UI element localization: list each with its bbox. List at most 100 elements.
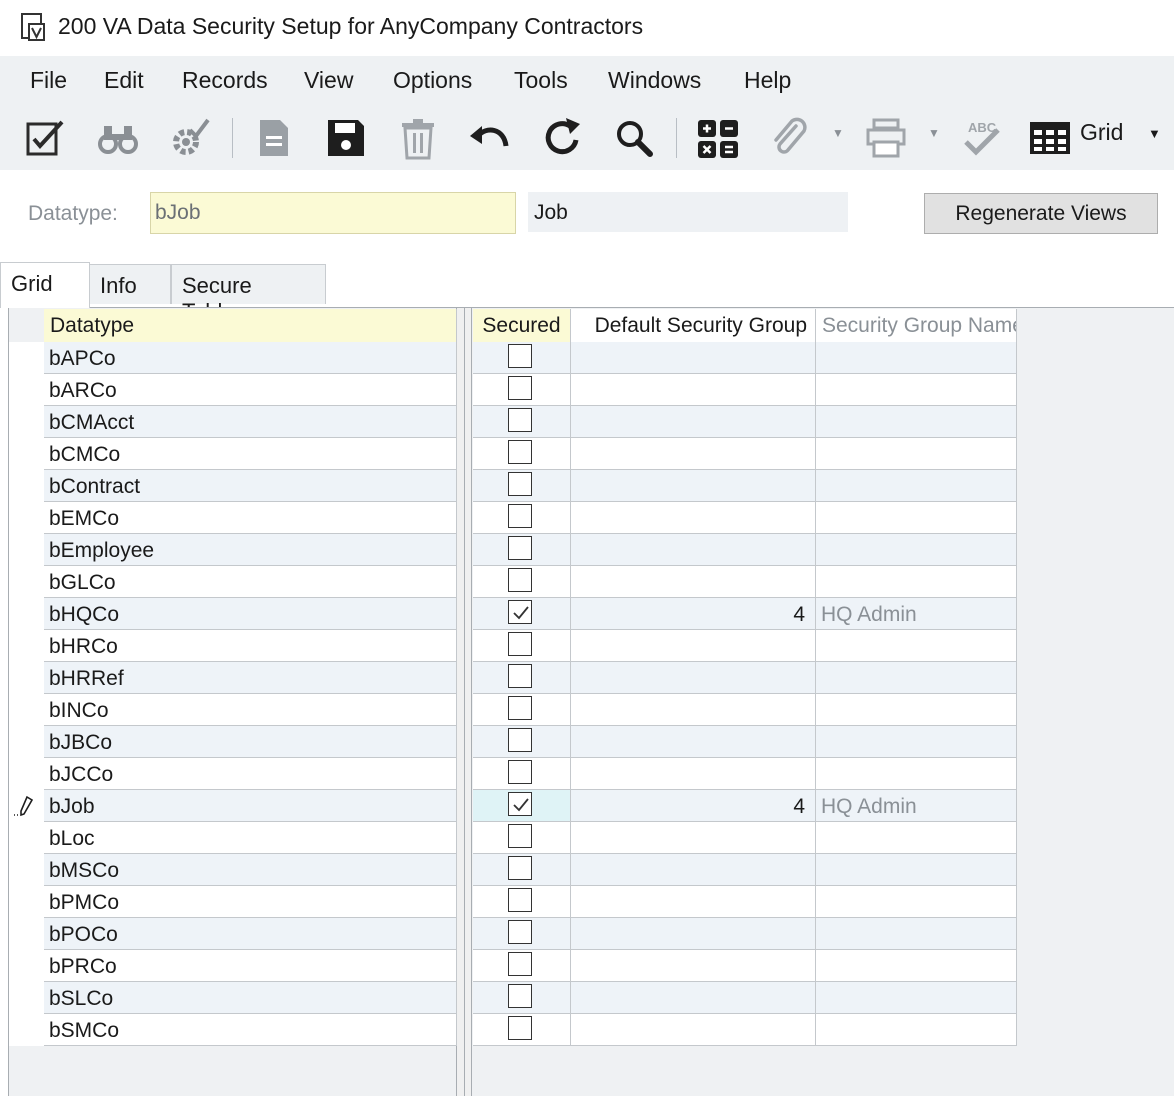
row-selector[interactable] xyxy=(9,790,44,822)
cell-datatype[interactable]: bPMCo xyxy=(44,886,457,918)
secured-checkbox[interactable] xyxy=(508,664,532,688)
secured-checkbox[interactable] xyxy=(508,600,532,624)
secured-checkbox[interactable] xyxy=(508,792,532,816)
row-selector[interactable] xyxy=(9,886,44,918)
cell-datatype[interactable]: bHRCo xyxy=(44,630,457,662)
tab-info[interactable]: Info xyxy=(89,264,171,304)
cell-default-security-group[interactable] xyxy=(571,822,816,854)
row-selector[interactable] xyxy=(9,854,44,886)
secured-checkbox[interactable] xyxy=(508,728,532,752)
secured-checkbox[interactable] xyxy=(508,856,532,880)
cell-datatype[interactable]: bCMAcct xyxy=(44,406,457,438)
cell-datatype[interactable]: bEMCo xyxy=(44,502,457,534)
cell-default-security-group[interactable] xyxy=(571,758,816,790)
cell-default-security-group[interactable]: 4 xyxy=(571,790,816,822)
menu-help[interactable]: Help xyxy=(744,67,791,94)
cell-default-security-group[interactable]: 4 xyxy=(571,598,816,630)
secured-checkbox[interactable] xyxy=(508,984,532,1008)
delete-icon[interactable] xyxy=(394,114,442,162)
regenerate-views-button[interactable]: Regenerate Views xyxy=(924,193,1158,234)
menu-file[interactable]: File xyxy=(30,67,67,94)
column-header-default-security-group[interactable]: Default Security Group xyxy=(571,309,816,342)
row-selector[interactable] xyxy=(9,1014,44,1046)
cell-default-security-group[interactable] xyxy=(571,406,816,438)
row-selector[interactable] xyxy=(9,470,44,502)
cell-datatype[interactable]: bAPCo xyxy=(44,342,457,374)
cell-default-security-group[interactable] xyxy=(571,1014,816,1046)
cell-default-security-group[interactable] xyxy=(571,662,816,694)
row-selector[interactable] xyxy=(9,822,44,854)
chevron-down-icon[interactable]: ▼ xyxy=(1148,126,1161,141)
cell-datatype[interactable]: bMSCo xyxy=(44,854,457,886)
attachment-icon[interactable] xyxy=(766,114,814,162)
secured-checkbox[interactable] xyxy=(508,696,532,720)
secured-checkbox[interactable] xyxy=(508,568,532,592)
row-selector[interactable] xyxy=(9,950,44,982)
new-document-icon[interactable] xyxy=(250,114,298,162)
cell-datatype[interactable]: bARCo xyxy=(44,374,457,406)
gear-check-icon[interactable] xyxy=(164,114,212,162)
search-icon[interactable] xyxy=(610,114,658,162)
undo-icon[interactable] xyxy=(466,114,514,162)
save-icon[interactable] xyxy=(322,114,370,162)
row-selector[interactable] xyxy=(9,566,44,598)
secured-checkbox[interactable] xyxy=(508,344,532,368)
row-selector[interactable] xyxy=(9,342,44,374)
cell-default-security-group[interactable] xyxy=(571,854,816,886)
row-selector[interactable] xyxy=(9,502,44,534)
cell-default-security-group[interactable] xyxy=(571,438,816,470)
cell-datatype[interactable]: bCMCo xyxy=(44,438,457,470)
secured-checkbox[interactable] xyxy=(508,376,532,400)
secured-checkbox[interactable] xyxy=(508,504,532,528)
cell-default-security-group[interactable] xyxy=(571,726,816,758)
grid-view-icon[interactable] xyxy=(1026,114,1074,162)
cell-datatype[interactable]: bJCCo xyxy=(44,758,457,790)
row-selector[interactable] xyxy=(9,598,44,630)
menu-records[interactable]: Records xyxy=(182,67,268,94)
row-selector[interactable] xyxy=(9,662,44,694)
tab-grid[interactable]: Grid xyxy=(0,262,90,308)
chevron-down-icon[interactable]: ▼ xyxy=(928,126,940,140)
cell-datatype[interactable]: bJBCo xyxy=(44,726,457,758)
cell-default-security-group[interactable] xyxy=(571,566,816,598)
secured-checkbox[interactable] xyxy=(508,920,532,944)
cell-default-security-group[interactable] xyxy=(571,982,816,1014)
column-header-security-group-name[interactable]: Security Group Name xyxy=(816,309,1017,342)
secured-checkbox[interactable] xyxy=(508,440,532,464)
cell-default-security-group[interactable] xyxy=(571,342,816,374)
row-selector[interactable] xyxy=(9,438,44,470)
chevron-down-icon[interactable]: ▼ xyxy=(832,126,844,140)
row-selector[interactable] xyxy=(9,982,44,1014)
datatype-input[interactable]: bJob xyxy=(150,192,516,234)
cell-datatype[interactable]: bHRRef xyxy=(44,662,457,694)
cell-datatype[interactable]: bPRCo xyxy=(44,950,457,982)
cell-default-security-group[interactable] xyxy=(571,886,816,918)
secured-checkbox[interactable] xyxy=(508,472,532,496)
edit-check-icon[interactable] xyxy=(22,114,70,162)
cell-datatype[interactable]: bSMCo xyxy=(44,1014,457,1046)
secured-checkbox[interactable] xyxy=(508,888,532,912)
calculator-icon[interactable] xyxy=(694,114,742,162)
spellcheck-icon[interactable]: ABC xyxy=(958,114,1006,162)
cell-default-security-group[interactable] xyxy=(571,534,816,566)
cell-default-security-group[interactable] xyxy=(571,470,816,502)
cell-datatype[interactable]: bHQCo xyxy=(44,598,457,630)
menu-options[interactable]: Options xyxy=(393,67,472,94)
menu-tools[interactable]: Tools xyxy=(514,67,568,94)
cell-datatype[interactable]: bPOCo xyxy=(44,918,457,950)
tab-secure-tables[interactable]: Secure Tables xyxy=(171,264,326,324)
secured-checkbox[interactable] xyxy=(508,760,532,784)
row-selector[interactable] xyxy=(9,534,44,566)
row-selector[interactable] xyxy=(9,630,44,662)
cell-datatype[interactable]: bLoc xyxy=(44,822,457,854)
cell-datatype[interactable]: bJob xyxy=(44,790,457,822)
cell-default-security-group[interactable] xyxy=(571,694,816,726)
row-selector[interactable] xyxy=(9,694,44,726)
cell-datatype[interactable]: bContract xyxy=(44,470,457,502)
cell-datatype[interactable]: bSLCo xyxy=(44,982,457,1014)
secured-checkbox[interactable] xyxy=(508,632,532,656)
column-header-secured[interactable]: Secured xyxy=(473,309,571,342)
secured-checkbox[interactable] xyxy=(508,824,532,848)
refresh-icon[interactable] xyxy=(538,114,586,162)
secured-checkbox[interactable] xyxy=(508,408,532,432)
